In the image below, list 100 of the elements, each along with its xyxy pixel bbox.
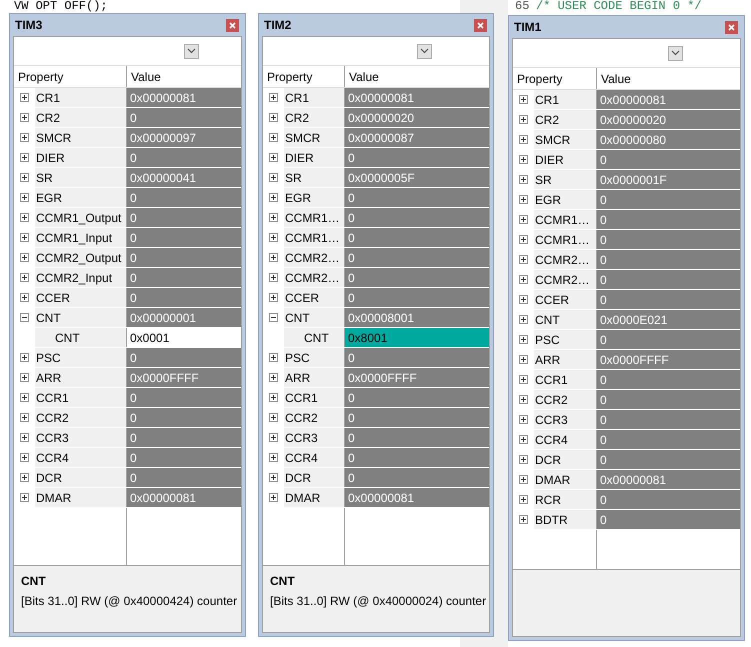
value-cell[interactable]: 0x00000081	[126, 88, 241, 107]
expand-icon[interactable]	[519, 475, 528, 484]
expand-icon[interactable]	[20, 213, 29, 222]
expand-icon[interactable]	[20, 93, 29, 102]
expand-icon[interactable]	[519, 275, 528, 284]
value-cell[interactable]: 0	[126, 268, 241, 287]
expand-icon[interactable]	[20, 433, 29, 442]
property-name[interactable]: CCR1	[534, 370, 596, 389]
value-cell[interactable]: 0x00000081	[596, 90, 740, 109]
value-cell[interactable]: 0x00000020	[344, 108, 489, 127]
value-cell[interactable]: 0	[344, 268, 489, 287]
value-cell[interactable]: 0	[344, 388, 489, 407]
property-name[interactable]: CR1	[284, 88, 344, 107]
collapse-icon[interactable]	[20, 313, 29, 322]
property-name[interactable]: RCR	[534, 490, 596, 509]
expand-icon[interactable]	[269, 253, 278, 262]
expand-icon[interactable]	[519, 455, 528, 464]
value-cell[interactable]: 0	[344, 448, 489, 467]
value-cell[interactable]: 0x00000081	[344, 88, 489, 107]
expand-icon[interactable]	[269, 493, 278, 502]
property-name[interactable]: SR	[284, 168, 344, 187]
value-cell[interactable]: 0	[596, 490, 740, 509]
property-name[interactable]: CCMR1…	[284, 208, 344, 227]
dropdown-button[interactable]	[184, 44, 198, 58]
column-header[interactable]: Value	[596, 68, 631, 89]
value-cell[interactable]: 0	[126, 468, 241, 487]
value-cell[interactable]: 0	[596, 430, 740, 449]
value-cell[interactable]: 0x00000097	[126, 128, 241, 147]
value-cell[interactable]: 0	[596, 250, 740, 269]
expand-icon[interactable]	[519, 495, 528, 504]
expand-icon[interactable]	[519, 215, 528, 224]
close-button[interactable]	[474, 18, 487, 32]
property-name[interactable]: CCMR2…	[534, 270, 596, 289]
value-cell[interactable]: 0	[344, 188, 489, 207]
value-cell[interactable]: 0	[596, 190, 740, 209]
expand-icon[interactable]	[20, 353, 29, 362]
property-name[interactable]: CCMR2…	[534, 250, 596, 269]
value-cell[interactable]: 0x0000FFFF	[126, 368, 241, 387]
value-cell[interactable]: 0	[126, 388, 241, 407]
expand-icon[interactable]	[269, 93, 278, 102]
expand-icon[interactable]	[519, 235, 528, 244]
expand-icon[interactable]	[519, 415, 528, 424]
property-name[interactable]: CR2	[534, 110, 596, 129]
column-header[interactable]: Property	[14, 66, 126, 87]
property-name[interactable]: CCMR1…	[534, 230, 596, 249]
column-header[interactable]: Property	[263, 66, 344, 87]
property-name[interactable]: CNT	[534, 310, 596, 329]
expand-icon[interactable]	[269, 133, 278, 142]
expand-icon[interactable]	[269, 233, 278, 242]
value-cell[interactable]: 0	[596, 390, 740, 409]
column-header[interactable]: Value	[126, 66, 161, 87]
property-name[interactable]: CCMR1_Output	[35, 208, 126, 227]
value-cell[interactable]: 0	[344, 408, 489, 427]
close-icon[interactable]	[477, 22, 484, 28]
value-cell[interactable]: 0	[126, 348, 241, 367]
property-name[interactable]: CCR2	[284, 408, 344, 427]
expand-icon[interactable]	[269, 213, 278, 222]
expand-icon[interactable]	[269, 153, 278, 162]
property-name[interactable]: CNT	[284, 308, 344, 327]
expand-icon[interactable]	[20, 373, 29, 382]
value-cell[interactable]: 0x00000087	[344, 128, 489, 147]
property-name[interactable]: DCR	[35, 468, 126, 487]
property-name[interactable]: CCR2	[35, 408, 126, 427]
value-cell[interactable]: 0x0000FFFF	[344, 368, 489, 387]
property-name[interactable]: DIER	[534, 150, 596, 169]
property-name[interactable]: CCR1	[284, 388, 344, 407]
expand-icon[interactable]	[519, 315, 528, 324]
value-cell[interactable]: 0	[596, 230, 740, 249]
expand-icon[interactable]	[519, 435, 528, 444]
value-cell[interactable]: 0	[126, 288, 241, 307]
property-name[interactable]: CCR1	[35, 388, 126, 407]
value-cell[interactable]: 0	[596, 330, 740, 349]
value-cell[interactable]: 0	[126, 148, 241, 167]
value-cell[interactable]: 0	[126, 248, 241, 267]
value-cell[interactable]: 0x00008001	[344, 308, 489, 327]
expand-icon[interactable]	[269, 473, 278, 482]
expand-icon[interactable]	[269, 373, 278, 382]
dropdown-button[interactable]	[668, 46, 683, 60]
property-name[interactable]: SR	[534, 170, 596, 189]
value-cell[interactable]: 0	[344, 148, 489, 167]
expand-icon[interactable]	[519, 95, 528, 104]
expand-icon[interactable]	[20, 393, 29, 402]
expand-icon[interactable]	[20, 153, 29, 162]
value-cell[interactable]: 0x00000081	[344, 488, 489, 507]
value-cell[interactable]: 0	[344, 208, 489, 227]
dropdown-button[interactable]	[416, 44, 432, 58]
property-name[interactable]: CCMR2_Input	[35, 268, 126, 287]
property-name[interactable]: SMCR	[284, 128, 344, 147]
expand-icon[interactable]	[20, 233, 29, 242]
expand-icon[interactable]	[269, 413, 278, 422]
expand-icon[interactable]	[519, 515, 528, 524]
value-cell[interactable]: 0x0000005F	[344, 168, 489, 187]
expand-icon[interactable]	[519, 255, 528, 264]
property-name[interactable]: CCMR1…	[534, 210, 596, 229]
column-header[interactable]: Property	[513, 68, 596, 89]
property-name[interactable]: CCMR2_Output	[35, 248, 126, 267]
property-name[interactable]: CCER	[284, 288, 344, 307]
expand-icon[interactable]	[519, 355, 528, 364]
expand-icon[interactable]	[519, 155, 528, 164]
expand-icon[interactable]	[519, 295, 528, 304]
